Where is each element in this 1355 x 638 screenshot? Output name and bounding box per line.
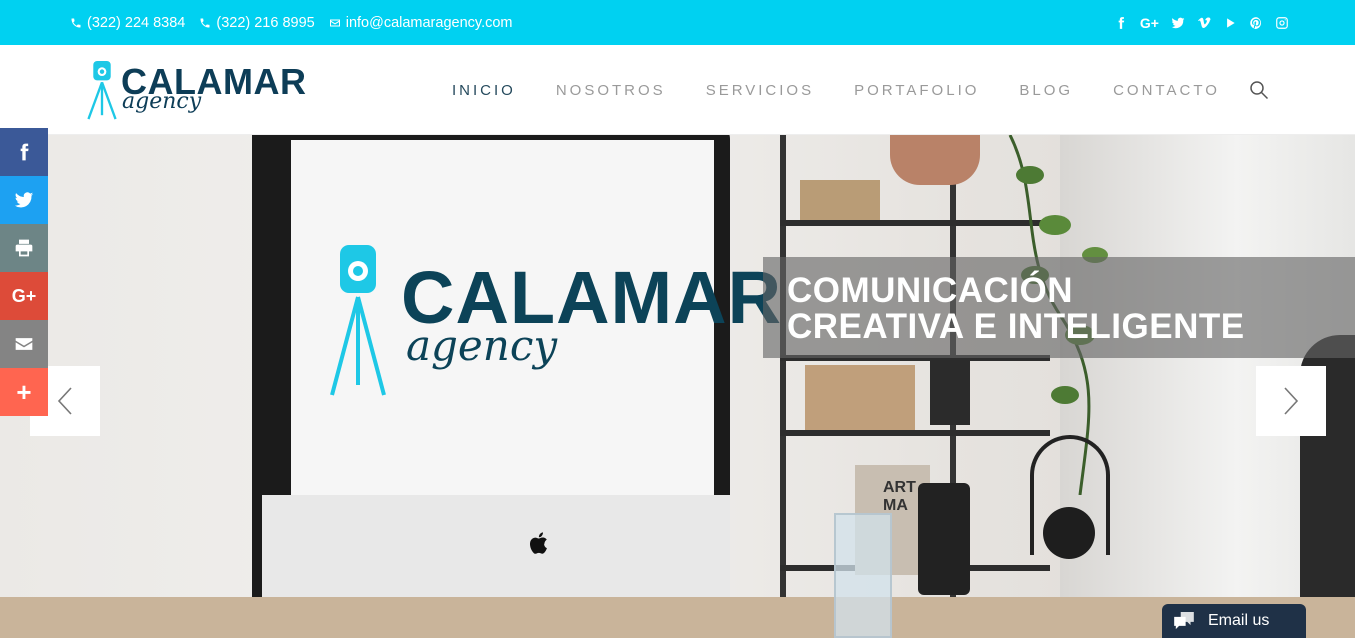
contact-info: (322) 224 8384 (322) 216 8995 info@calam… bbox=[70, 0, 513, 45]
youtube-icon[interactable] bbox=[1222, 15, 1237, 31]
nav-item-portafolio[interactable]: PORTAFOLIO bbox=[854, 82, 979, 99]
share-facebook-button[interactable] bbox=[0, 128, 48, 176]
facebook-icon bbox=[20, 143, 29, 161]
phone-contact-1[interactable]: (322) 224 8384 bbox=[70, 15, 185, 31]
desk bbox=[0, 597, 1355, 638]
chevron-right-icon bbox=[1284, 387, 1299, 415]
nav-item-nosotros[interactable]: NOSOTROS bbox=[556, 82, 666, 99]
envelope-icon bbox=[15, 338, 33, 350]
google-plus-icon: G+ bbox=[11, 285, 37, 306]
nav-item-inicio[interactable]: INICIO bbox=[452, 82, 516, 99]
envelope-icon bbox=[329, 19, 340, 26]
share-google-plus-button[interactable]: G+ bbox=[0, 272, 48, 320]
phone-dock bbox=[918, 483, 970, 595]
nav-item-servicios[interactable]: SERVICIOS bbox=[706, 82, 814, 99]
instagram-icon[interactable] bbox=[1274, 15, 1289, 31]
tripod-camera-icon bbox=[87, 61, 117, 120]
chat-bubbles-icon bbox=[1174, 612, 1194, 630]
social-links: G+ bbox=[1114, 0, 1289, 45]
caption-line-2: CREATIVA E INTELIGENTE bbox=[787, 307, 1245, 346]
share-twitter-button[interactable] bbox=[0, 176, 48, 224]
headphone-ear bbox=[1043, 507, 1095, 559]
water-glass bbox=[834, 513, 892, 638]
google-plus-icon[interactable]: G+ bbox=[1140, 15, 1159, 31]
apple-icon bbox=[529, 532, 547, 554]
email-us-label: Email us bbox=[1208, 612, 1270, 629]
top-bar: (322) 224 8384 (322) 216 8995 info@calam… bbox=[0, 0, 1355, 45]
share-print-button[interactable] bbox=[0, 224, 48, 272]
nav-item-blog[interactable]: BLOG bbox=[1019, 82, 1073, 99]
phone-number-2: (322) 216 8995 bbox=[216, 14, 315, 31]
facebook-icon[interactable] bbox=[1114, 15, 1129, 31]
email-address: info@calamaragency.com bbox=[345, 14, 513, 31]
share-bar: G+ + bbox=[0, 128, 48, 416]
site-logo[interactable]: CALAMAR agency bbox=[84, 59, 314, 121]
phone-icon bbox=[200, 18, 210, 27]
twitter-icon bbox=[14, 192, 34, 208]
plus-icon: + bbox=[16, 376, 32, 407]
slider-next-button[interactable] bbox=[1256, 366, 1326, 436]
printer-icon bbox=[15, 239, 33, 257]
site-header: CALAMAR agency INICIO NOSOTROS SERVICIOS… bbox=[0, 45, 1355, 135]
twitter-icon[interactable] bbox=[1170, 15, 1185, 31]
phone-number-1: (322) 224 8384 bbox=[87, 14, 186, 31]
slide-caption: COMUNICACIÓN CREATIVA E INTELIGENTE bbox=[763, 257, 1355, 358]
nav-item-contacto[interactable]: CONTACTO bbox=[1113, 82, 1220, 99]
tripod-camera-icon bbox=[330, 245, 386, 396]
vimeo-icon[interactable] bbox=[1196, 15, 1211, 31]
chevron-left-icon bbox=[57, 387, 72, 415]
search-icon[interactable] bbox=[1249, 80, 1269, 100]
logo-subtext: agency bbox=[122, 89, 202, 114]
hero-slider: ART MA CALAMAR agency COMUNICACIÓN CREAT… bbox=[0, 135, 1355, 638]
screen-logo-subtext: agency bbox=[406, 321, 558, 370]
screen-logo: CALAMAR agency bbox=[328, 245, 781, 405]
phone-contact-2[interactable]: (322) 216 8995 bbox=[199, 14, 315, 31]
pinterest-icon[interactable] bbox=[1248, 15, 1263, 31]
share-email-button[interactable] bbox=[0, 320, 48, 368]
phone-icon bbox=[71, 18, 81, 27]
email-us-widget[interactable]: Email us bbox=[1162, 604, 1306, 638]
share-more-button[interactable]: + bbox=[0, 368, 48, 416]
main-nav: INICIO NOSOTROS SERVICIOS PORTAFOLIO BLO… bbox=[452, 45, 1220, 135]
caption-line-1: COMUNICACIÓN bbox=[787, 271, 1073, 310]
email-contact[interactable]: info@calamaragency.com bbox=[329, 15, 513, 31]
